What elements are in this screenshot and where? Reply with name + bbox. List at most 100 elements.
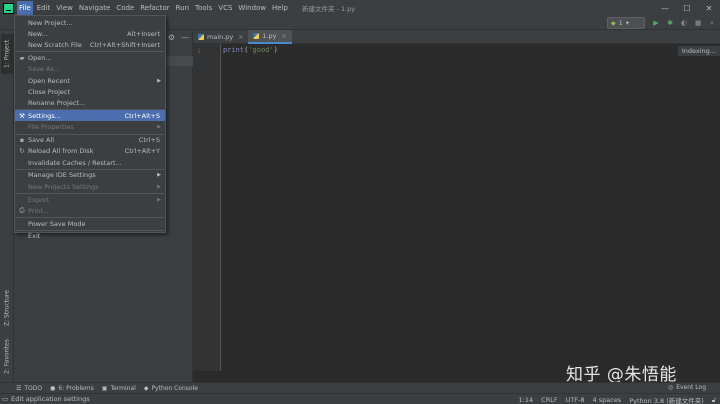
file-menu-item[interactable]: ↻ Reload All from Disk Ctrl+Alt+Y [15,146,165,157]
submenu-arrow-icon: ▶ [157,124,161,131]
menu-navigate[interactable]: Navigate [77,1,112,15]
editor-tab-bar: main.py ✕ 1.py ✕ [193,30,720,44]
lock-icon[interactable]: 🔓︎ [712,396,716,404]
file-menu-item[interactable]: Close Project [15,86,165,97]
file-menu-item[interactable]: New... Alt+Insert [15,28,165,39]
python-interpreter[interactable]: Python 3.8 (新建文件夹) [629,395,704,404]
indent-setting[interactable]: 4 spaces [593,396,622,404]
close-tab-icon[interactable]: ✕ [238,34,243,41]
tab-label: 1.py [262,32,277,40]
menu-run[interactable]: Run [174,1,191,15]
menu-code[interactable]: Code [114,1,136,15]
structure-tab-label: Z: Structure [3,290,11,326]
code-function: print [223,46,245,54]
status-message-text: Edit application settings [11,395,90,403]
file-menu-item: Export ▶ [15,194,165,205]
file-menu-item[interactable]: ▰ Open... [15,52,165,63]
file-menu-item-label: Settings... [28,111,61,120]
run-config-label: 1 [618,19,623,27]
file-menu-item[interactable]: ▪ Save All Ctrl+S [15,135,165,146]
menu-vcs[interactable]: VCS [216,1,234,15]
file-menu-item-label: New Project... [28,18,73,27]
code-line[interactable]: print('good') [223,46,278,54]
file-menu-item-label: Print... [28,206,50,215]
menu-tools[interactable]: Tools [193,1,214,15]
file-menu-item[interactable]: Open Recent ▶ [15,75,165,86]
file-menu-item[interactable]: ⚒ Settings... Ctrl+Alt+S [15,110,165,122]
tab-label: main.py [207,33,234,41]
maximize-button[interactable]: ☐ [676,0,698,16]
project-tab-label: 1: Project [3,39,11,69]
project-tree-selection[interactable] [166,56,193,66]
tab-main-py[interactable]: main.py ✕ [193,30,248,44]
file-menu-item-label: Close Project [28,87,71,96]
file-menu-item-label: File Properties [28,123,74,132]
terminal-label: Terminal [110,384,136,392]
file-menu-item[interactable]: New Scratch File Ctrl+Alt+Shift+Insert [15,40,165,51]
python-console-tool-tab[interactable]: ◆ Python Console [144,385,198,392]
file-menu-item-label: Save As... [28,65,61,74]
status-message: ▭ Edit application settings [2,395,90,403]
print-icon: ⎙ [19,206,25,215]
coverage-icon[interactable]: ◐ [678,17,690,29]
event-log-tab[interactable]: ◎ Event Log [668,384,706,391]
menu-refactor[interactable]: Refactor [138,1,171,15]
file-menu-item[interactable]: Power Save Mode [15,218,165,229]
file-menu-item[interactable]: Manage IDE Settings ▶ [15,170,165,181]
close-window-button[interactable]: ✕ [698,0,720,16]
hide-panel-icon[interactable]: — [181,33,189,42]
file-menu-item-label: Rename Project... [28,99,86,108]
menu-edit[interactable]: Edit [35,1,53,15]
line-number-gutter: 1 [193,44,221,371]
code-paren-close: ) [273,46,278,54]
menu-view[interactable]: View [54,1,75,15]
menu-help[interactable]: Help [270,1,290,15]
file-menu-shortcut: Ctrl+Alt+S [124,111,160,120]
line-number: 1 [197,47,201,55]
file-menu-item-label: Power Save Mode [28,219,86,228]
title-bar: File Edit View Navigate Code Refactor Ru… [0,0,720,16]
list-icon: ☰ [16,384,22,392]
file-menu-item[interactable]: Exit [15,231,165,242]
search-everywhere-icon[interactable]: ⌕ [706,17,718,29]
stop-icon[interactable]: ■ [692,17,704,29]
close-tab-icon[interactable]: ✕ [282,33,287,40]
python-console-label: Python Console [151,384,198,392]
menu-window[interactable]: Window [236,1,268,15]
submenu-arrow-icon: ▶ [157,196,161,203]
file-menu-item[interactable]: Rename Project... [15,98,165,109]
event-log-label: Event Log [676,384,706,391]
file-menu-item[interactable]: New Project... [15,17,165,28]
menu-bar: File Edit View Navigate Code Refactor Ru… [17,0,292,16]
code-editor[interactable]: print('good') Indexing... [221,44,720,371]
line-separator[interactable]: CRLF [541,396,557,404]
event-log-icon: ◎ [667,384,674,391]
tab-1-py[interactable]: 1.py ✕ [248,30,292,44]
problems-tool-tab[interactable]: ● 6: Problems [50,385,94,392]
file-menu-item-label: Export [28,195,50,204]
debug-icon[interactable]: ✱ [664,17,676,29]
project-panel-tools: ⚙ — [168,33,189,42]
python-file-icon [198,34,204,40]
file-encoding[interactable]: UTF-8 [566,396,585,404]
minimize-button[interactable]: — [654,0,676,16]
menu-file[interactable]: File [17,1,33,15]
file-menu-shortcut: Ctrl+Alt+Y [124,147,160,156]
run-icon[interactable]: ▶ [650,17,662,29]
terminal-tool-tab[interactable]: ▣ Terminal [102,385,136,392]
window-controls: — ☐ ✕ [654,0,720,16]
todo-tool-tab[interactable]: ☰ TODO [16,385,42,392]
favorites-tool-tab[interactable]: 2: Favorites [1,334,13,380]
file-menu-shortcut: Ctrl+Alt+Shift+Insert [89,41,160,50]
project-tool-tab[interactable]: 1: Project [1,34,13,74]
file-menu-item: ⎙ Print... [15,205,165,216]
submenu-arrow-icon: ▶ [157,77,161,84]
file-menu-item[interactable]: Invalidate Caches / Restart... [15,157,165,168]
status-panel-icon[interactable]: ▭ [2,395,8,403]
gear-icon[interactable]: ⚙ [168,33,175,42]
status-widgets: 1:14 CRLF UTF-8 4 spaces Python 3.8 (新建文… [519,395,716,404]
run-configuration-select[interactable]: ◆ 1 ▾ [607,17,645,29]
caret-position[interactable]: 1:14 [519,396,534,404]
structure-tool-tab[interactable]: Z: Structure [1,285,13,331]
file-menu-item-label: Save All [28,136,55,144]
